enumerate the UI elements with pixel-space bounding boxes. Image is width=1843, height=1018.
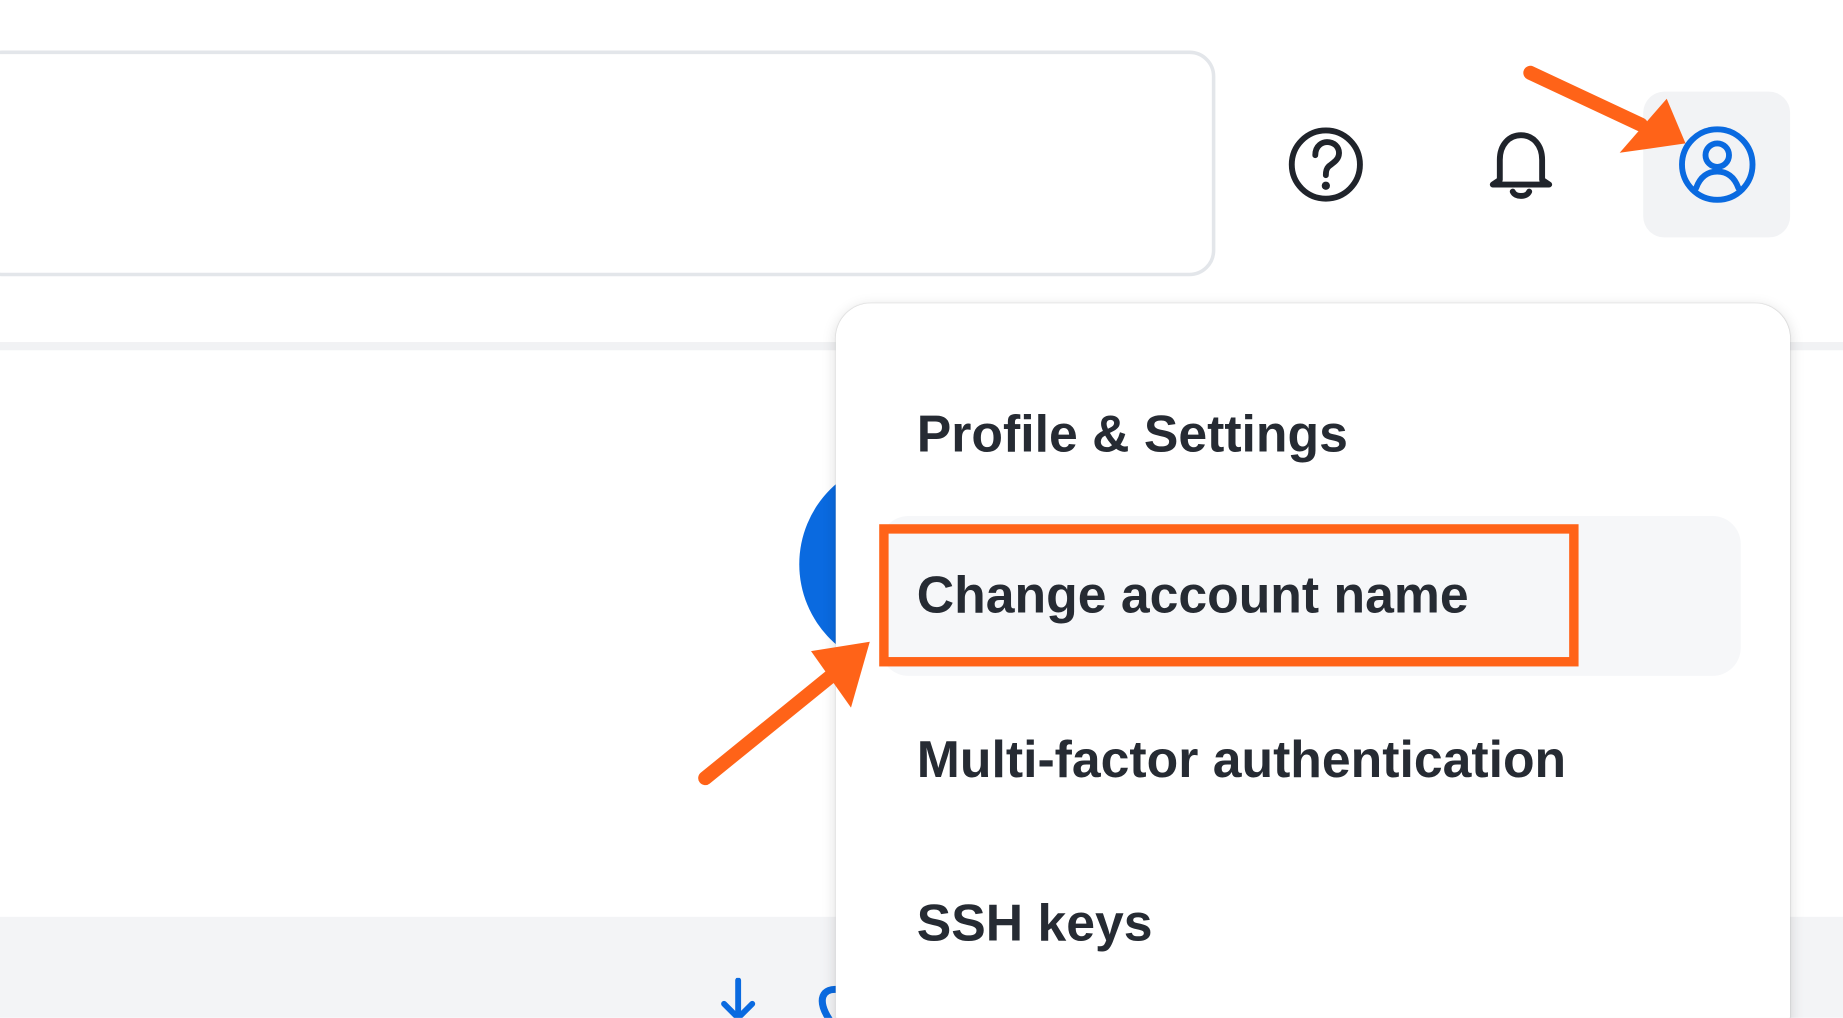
- partial-download-icon: [721, 977, 843, 1018]
- search-input[interactable]: [0, 50, 1216, 277]
- menu-item-label: Change account name: [916, 566, 1469, 625]
- menu-item-ssh-keys[interactable]: SSH keys: [880, 844, 1740, 1004]
- bell-icon: [1489, 132, 1553, 199]
- menu-item-profile-settings[interactable]: Profile & Settings: [880, 355, 1740, 515]
- user-circle-icon: [1678, 126, 1755, 203]
- account-dropdown-menu: Profile & Settings Change account name M…: [835, 303, 1791, 1018]
- account-button[interactable]: [1643, 91, 1791, 238]
- app-window: Profile & Settings Change account name M…: [0, 0, 1843, 1018]
- menu-item-label: Profile & Settings: [916, 405, 1348, 464]
- help-button[interactable]: [1269, 92, 1382, 238]
- menu-item-label: SSH keys: [916, 894, 1153, 953]
- question-circle-icon: [1288, 127, 1363, 202]
- menu-item-label: Multi-factor authentication: [916, 731, 1567, 789]
- menu-item-change-account-name[interactable]: Change account name: [880, 516, 1741, 676]
- notifications-button[interactable]: [1465, 92, 1578, 238]
- menu-item-multi-factor-authentication[interactable]: Multi-factor authentication: [880, 681, 1740, 841]
